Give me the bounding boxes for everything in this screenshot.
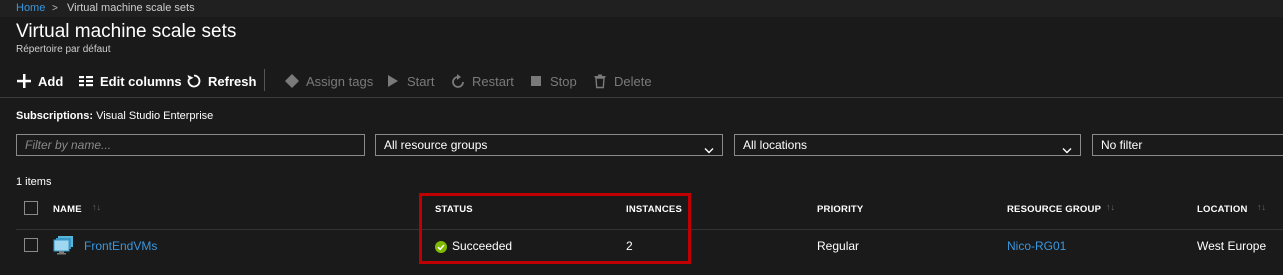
subscriptions-label: Subscriptions: xyxy=(16,110,94,122)
location-value: West Europe xyxy=(1197,239,1267,253)
breadcrumb-separator: > xyxy=(52,3,58,14)
locations-value: All locations xyxy=(743,138,808,152)
resource-group-link[interactable]: Nico-RG01 xyxy=(1007,239,1066,253)
edit-columns-label: Edit columns xyxy=(100,73,182,89)
sort-icon[interactable]: ↑↓ xyxy=(1257,202,1266,212)
sort-icon[interactable]: ↑↓ xyxy=(1106,202,1115,212)
subscriptions-value: Visual Studio Enterprise xyxy=(96,110,214,122)
filter-by-name-input[interactable] xyxy=(16,134,365,156)
refresh-icon xyxy=(186,73,202,89)
page-title: Virtual machine scale sets xyxy=(16,21,237,42)
highlight-box xyxy=(419,193,691,264)
start-button[interactable]: Start xyxy=(385,66,434,96)
delete-button[interactable]: Delete xyxy=(592,66,652,96)
locations-dropdown[interactable]: All locations xyxy=(734,134,1081,156)
column-header-resource-group[interactable]: RESOURCE GROUP xyxy=(1007,204,1101,215)
sort-icon[interactable]: ↑↓ xyxy=(92,202,101,212)
breadcrumb-home-link[interactable]: Home xyxy=(16,0,45,17)
stop-label: Stop xyxy=(550,73,577,89)
delete-label: Delete xyxy=(614,73,652,89)
refresh-label: Refresh xyxy=(208,73,257,89)
filter-value: No filter xyxy=(1101,138,1143,152)
subscriptions-summary: Subscriptions: Visual Studio Enterprise xyxy=(16,110,213,122)
filter-dropdown[interactable]: No filter xyxy=(1092,134,1283,156)
tag-icon xyxy=(284,73,300,89)
restart-label: Restart xyxy=(472,73,514,89)
refresh-button[interactable]: Refresh xyxy=(186,66,256,96)
chevron-down-icon xyxy=(704,141,714,154)
edit-columns-button[interactable]: Edit columns xyxy=(78,66,182,96)
add-label: Add xyxy=(38,73,64,89)
add-button[interactable]: Add xyxy=(16,66,63,96)
column-header-priority[interactable]: PRIORITY xyxy=(817,204,863,215)
items-count: 1 items xyxy=(16,176,52,188)
columns-icon xyxy=(78,73,94,89)
vm-name-link[interactable]: FrontEndVMs xyxy=(84,239,157,253)
stop-icon xyxy=(528,73,544,89)
row-checkbox[interactable] xyxy=(24,238,38,252)
toolbar-divider xyxy=(264,69,265,91)
page-subtitle: Répertoire par défaut xyxy=(16,44,111,55)
priority-value: Regular xyxy=(817,239,860,253)
plus-icon xyxy=(16,73,32,89)
breadcrumb-current: Virtual machine scale sets xyxy=(67,2,195,14)
column-header-location[interactable]: LOCATION xyxy=(1197,204,1248,215)
command-toolbar: Add Edit columns Refresh Assign tags Sta… xyxy=(0,66,1283,96)
chevron-down-icon xyxy=(1062,141,1072,154)
trash-icon xyxy=(592,73,608,89)
start-label: Start xyxy=(407,73,435,89)
stop-button[interactable]: Stop xyxy=(528,66,577,96)
column-header-name[interactable]: NAME xyxy=(53,204,82,215)
resource-groups-dropdown[interactable]: All resource groups xyxy=(375,134,723,156)
restart-icon xyxy=(450,73,466,89)
resource-groups-value: All resource groups xyxy=(384,138,488,152)
toolbar-separator xyxy=(0,97,1283,98)
select-all-checkbox[interactable] xyxy=(24,201,38,215)
assign-tags-label: Assign tags xyxy=(306,73,374,89)
play-icon xyxy=(385,73,401,89)
restart-button[interactable]: Restart xyxy=(450,66,514,96)
assign-tags-button[interactable]: Assign tags xyxy=(284,66,373,96)
breadcrumb: Home > Virtual machine scale sets xyxy=(0,0,1283,17)
vm-scale-set-icon xyxy=(53,235,75,255)
